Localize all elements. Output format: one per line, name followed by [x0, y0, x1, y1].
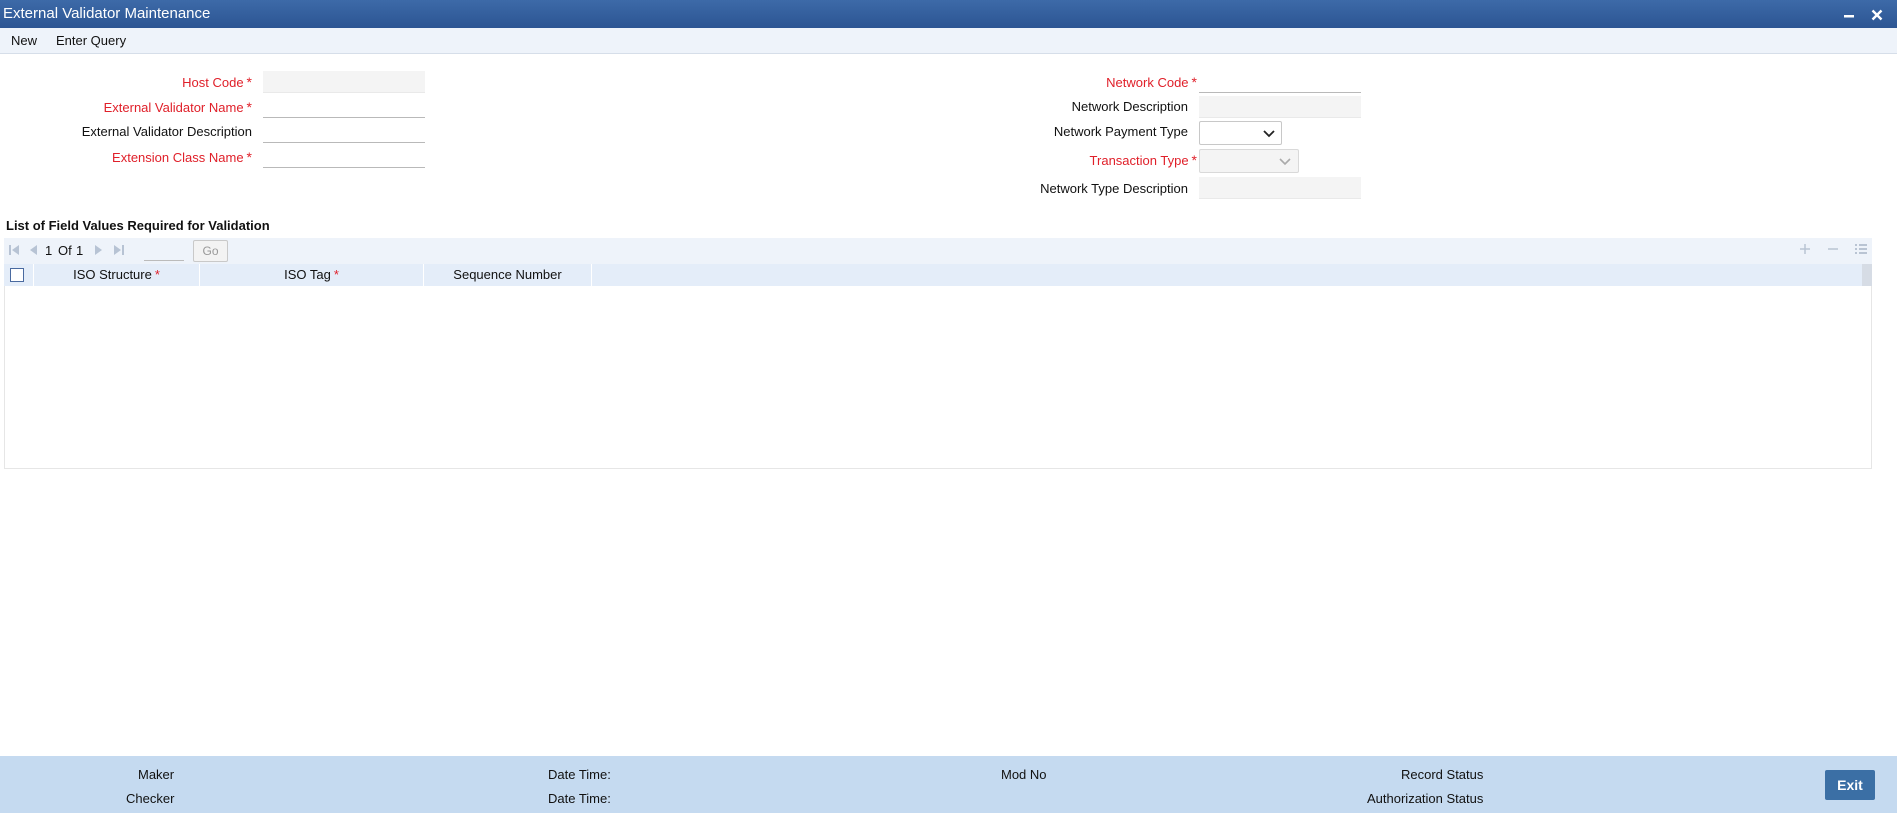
network-code-label: Network Code *: [1106, 74, 1197, 90]
single-view-icon[interactable]: [1854, 242, 1868, 260]
pager-current: 1: [45, 243, 53, 258]
mod-no-label: Mod No: [1001, 767, 1047, 782]
last-page-icon[interactable]: [113, 243, 125, 260]
grid-section-title: List of Field Values Required for Valida…: [6, 218, 270, 233]
column-header-label: Sequence Number: [453, 267, 562, 282]
network-type-description-field[interactable]: [1199, 177, 1361, 199]
transaction-type-label-text: Transaction Type: [1089, 153, 1189, 168]
column-header-sequence-number[interactable]: Sequence Number: [424, 264, 592, 286]
pager-of-label: Of: [58, 243, 72, 258]
network-payment-type-label-text: Network Payment Type: [1053, 124, 1188, 139]
select-all-checkbox[interactable]: [10, 268, 24, 282]
column-header-iso-tag[interactable]: ISO Tag *: [200, 264, 424, 286]
grid-body: [4, 286, 1872, 469]
maker-label: Maker: [138, 767, 175, 782]
required-marker: *: [246, 149, 252, 165]
network-code-field[interactable]: [1199, 71, 1361, 93]
first-page-icon[interactable]: [8, 243, 20, 260]
record-status-label: Record Status: [1401, 767, 1484, 782]
external-validator-name-label-text: External Validator Name: [103, 100, 244, 115]
chevron-down-icon: [1258, 122, 1280, 144]
grid-scrollbar[interactable]: [1862, 264, 1872, 286]
chevron-down-icon: [1274, 150, 1296, 172]
pager-page-input[interactable]: [144, 241, 184, 261]
next-page-icon[interactable]: [93, 243, 105, 260]
add-row-icon[interactable]: [1798, 242, 1812, 260]
close-icon[interactable]: [1866, 0, 1888, 28]
host-code-label-text: Host Code: [182, 75, 244, 90]
column-header-label: ISO Tag: [284, 267, 331, 282]
network-payment-type-label: Network Payment Type: [1054, 124, 1188, 139]
menu-enter-query[interactable]: Enter Query: [56, 33, 126, 48]
required-marker: *: [1191, 152, 1197, 168]
network-description-field[interactable]: [1199, 96, 1361, 118]
minimize-icon[interactable]: [1838, 0, 1860, 28]
network-description-label-text: Network Description: [1071, 99, 1188, 114]
extension-class-name-label-text: Extension Class Name: [112, 150, 244, 165]
window-title: External Validator Maintenance: [3, 5, 211, 22]
network-payment-type-select[interactable]: [1199, 121, 1282, 145]
required-marker: *: [1191, 74, 1197, 90]
column-header-iso-structure[interactable]: ISO Structure *: [34, 264, 200, 286]
extension-class-name-label: Extension Class Name *: [112, 149, 252, 165]
external-validator-description-label-text: External Validator Description: [81, 124, 252, 139]
prev-page-icon[interactable]: [27, 243, 39, 260]
column-header-label: ISO Structure: [73, 267, 152, 282]
network-code-label-text: Network Code: [1106, 75, 1189, 90]
checker-label: Checker: [126, 791, 175, 806]
external-validator-description-label: External Validator Description: [82, 124, 252, 139]
transaction-type-select[interactable]: [1199, 149, 1299, 173]
transaction-type-label: Transaction Type *: [1090, 152, 1197, 168]
external-validator-name-field[interactable]: [263, 96, 425, 118]
grid-pager-bar: 1 Of 1 Go: [4, 238, 1872, 264]
host-code-field[interactable]: [263, 71, 425, 93]
network-type-description-label-text: Network Type Description: [1040, 181, 1188, 196]
maker-date-time-label: Date Time:: [548, 767, 611, 782]
authorization-status-label: Authorization Status: [1367, 791, 1484, 806]
checker-date-time-label: Date Time:: [548, 791, 611, 806]
host-code-label: Host Code *: [182, 74, 252, 90]
window-title-bar: External Validator Maintenance: [0, 0, 1897, 28]
extension-class-name-field[interactable]: [263, 146, 425, 168]
go-button[interactable]: Go: [193, 240, 228, 262]
network-type-description-label: Network Type Description: [1040, 181, 1188, 196]
grid-header-row: ISO Structure * ISO Tag * Sequence Number: [4, 264, 1862, 286]
delete-row-icon[interactable]: [1826, 242, 1840, 260]
menu-new[interactable]: New: [11, 33, 37, 48]
network-description-label: Network Description: [1072, 99, 1188, 114]
required-marker: *: [246, 74, 252, 90]
menu-bar: New Enter Query: [0, 28, 1897, 54]
external-validator-description-field[interactable]: [263, 121, 425, 143]
required-marker: *: [333, 267, 339, 282]
required-marker: *: [246, 99, 252, 115]
external-validator-name-label: External Validator Name *: [104, 99, 252, 115]
exit-button[interactable]: Exit: [1825, 770, 1875, 800]
audit-footer: Maker Checker Date Time: Date Time: Mod …: [0, 756, 1897, 813]
required-marker: *: [154, 267, 160, 282]
pager-total: 1: [76, 243, 84, 258]
select-all-cell: [4, 264, 34, 286]
